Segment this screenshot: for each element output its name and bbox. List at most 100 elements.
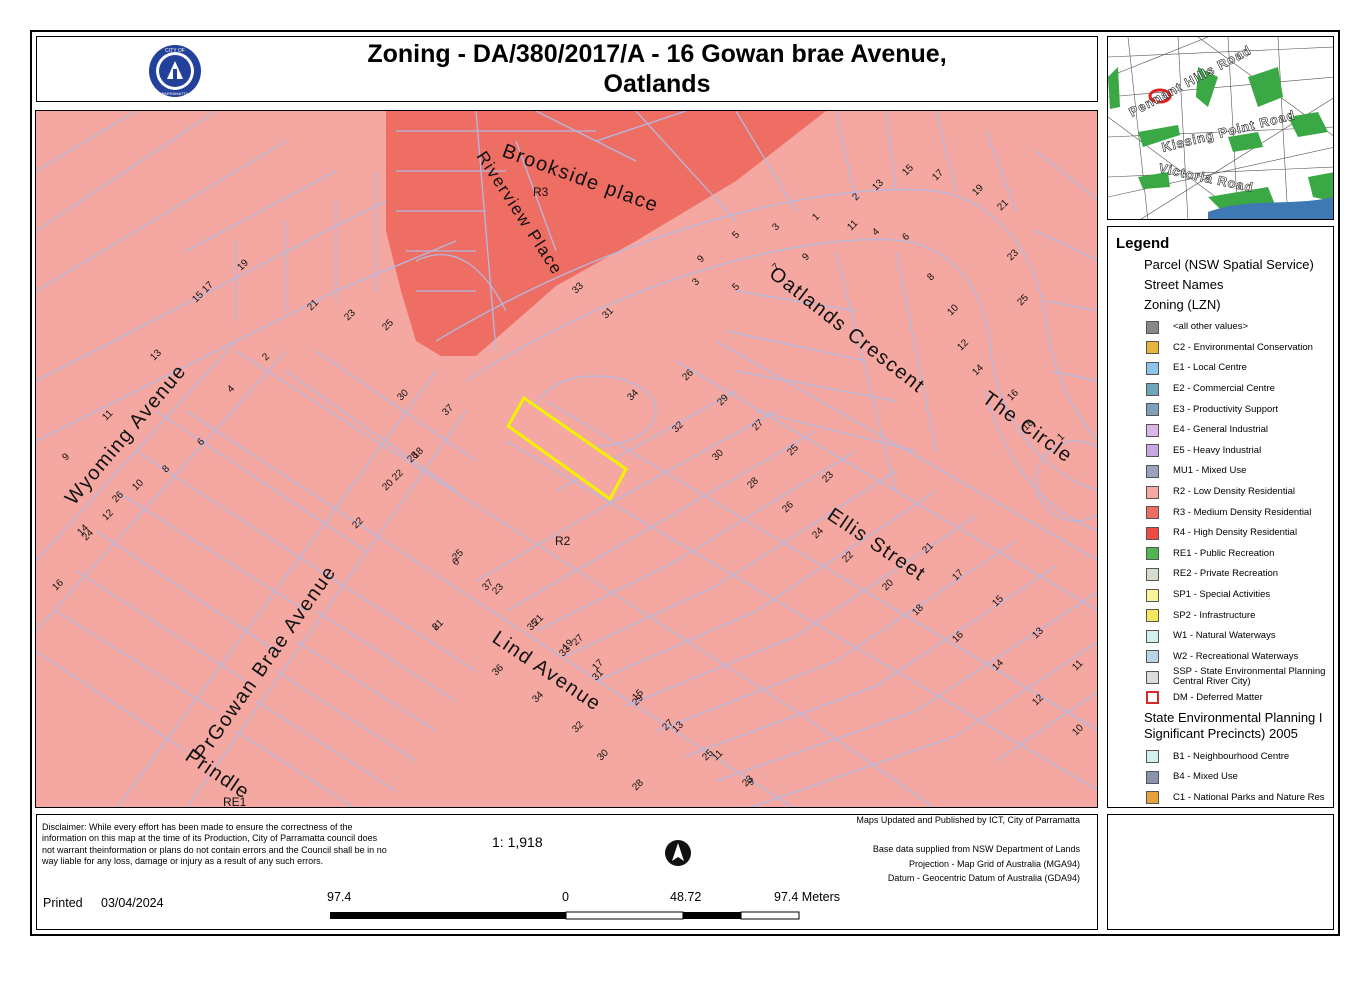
legend-sepp-heading: State Environmental Planning I Significa… [1144, 710, 1323, 742]
north-arrow-icon [665, 840, 691, 866]
legend-item-label: <all other values> [1173, 321, 1248, 333]
legend-item-label: E1 - Local Centre [1173, 362, 1247, 374]
zone-label-re1: RE1 [223, 795, 247, 808]
legend-item: SP1 - Special Activities [1116, 585, 1333, 606]
legend-item-label: C2 - Environmental Conservation [1173, 341, 1313, 353]
legend-item: R4 - High Density Residential [1116, 523, 1333, 544]
map-canvas[interactable]: Wyoming Avenue PrGowan Brae Avenue Prind… [36, 111, 1098, 808]
legend-item: R2 - Low Density Residential [1116, 482, 1333, 503]
legend-swatch [1146, 629, 1159, 643]
legend-item: <all other values> [1116, 317, 1333, 338]
legend-swatch [1146, 526, 1159, 540]
blank-panel [1107, 814, 1334, 930]
legend-swatch [1146, 670, 1159, 684]
scale-label-left: 97.4 [327, 890, 352, 904]
logo-top-text: CITY OF [165, 48, 185, 54]
printed-date: 03/04/2024 [101, 896, 164, 910]
legend-item-label: R3 - Medium Density Residential [1173, 506, 1312, 518]
legend-item: SP2 - Infrastructure [1116, 605, 1333, 626]
legend-swatch [1146, 691, 1159, 705]
scale-bar [330, 911, 800, 920]
legend-item: W2 - Recreational Waterways [1116, 647, 1333, 668]
legend-parcel-label: Parcel (NSW Spatial Service) [1144, 257, 1314, 272]
scale-label-mid: 48.72 [670, 890, 702, 904]
legend-item: E3 - Productivity Support [1116, 399, 1333, 420]
legend-swatch [1146, 485, 1159, 499]
legend-title: Legend [1116, 235, 1170, 252]
legend-item: B1 - Neighbourhood Centre [1116, 746, 1333, 767]
legend-item-label: MU1 - Mixed Use [1173, 465, 1247, 477]
legend-item: RE1 - Public Recreation [1116, 544, 1333, 565]
zone-label-r2: R2 [555, 534, 571, 548]
legend-item: R3 - Medium Density Residential [1116, 502, 1333, 523]
legend-swatch [1146, 382, 1159, 396]
legend-item: E1 - Local Centre [1116, 358, 1333, 379]
footer-panel: Disclaimer: While every effort has been … [36, 814, 1098, 930]
credits-block: Maps Updated and Published by ICT, City … [856, 815, 1080, 888]
legend-item-label: E5 - Heavy Industrial [1173, 444, 1262, 456]
legend-item: C1 - National Parks and Nature Res [1116, 787, 1333, 807]
map-title-line2: Oatlands [603, 70, 711, 98]
legend-item-label: R4 - High Density Residential [1173, 527, 1298, 539]
legend-item: B4 - Mixed Use [1116, 767, 1333, 788]
legend-item-label: E3 - Productivity Support [1173, 403, 1279, 415]
legend-swatch [1146, 464, 1159, 478]
legend-swatch [1146, 361, 1159, 375]
legend-item: E5 - Heavy Industrial [1116, 441, 1333, 462]
legend-swatch [1146, 444, 1159, 458]
locator-map[interactable]: Pennant Hills Road Kissing Point Road Vi… [1107, 36, 1334, 220]
legend-swatch [1146, 609, 1159, 623]
legend-item-label: DM - Deferred Matter [1173, 691, 1263, 703]
legend-item-label: RE1 - Public Recreation [1173, 547, 1275, 559]
printed-label: Printed [43, 896, 83, 910]
legend-item-label: RE2 - Private Recreation [1173, 568, 1279, 580]
legend-item-label: E4 - General Industrial [1173, 424, 1269, 436]
title-panel: CITY OF PARRAMATTA Zoning - DA/380/2017/… [36, 36, 1098, 102]
legend-swatch [1146, 770, 1159, 784]
main-map[interactable]: Wyoming Avenue PrGowan Brae Avenue Prind… [35, 110, 1098, 808]
legend-item: SSP - State Environmental Planning Centr… [1116, 667, 1333, 688]
map-title: Zoning - DA/380/2017/A - 16 Gowan brae A… [237, 39, 1077, 99]
zone-label-r3: R3 [533, 185, 549, 199]
legend-zoning-heading: Zoning (LZN) [1144, 297, 1221, 312]
legend-item: E4 - General Industrial [1116, 420, 1333, 441]
credit-line: Base data supplied from NSW Department o… [872, 844, 1080, 854]
legend-zoning-list: <all other values> C2 - Environmental Con… [1116, 317, 1333, 708]
credit-line [856, 830, 1080, 845]
legend-swatch [1146, 650, 1159, 664]
scale-label-zero: 0 [562, 890, 569, 904]
legend-street-names-label: Street Names [1144, 277, 1224, 292]
locator-map-canvas: Pennant Hills Road Kissing Point Road Vi… [1108, 37, 1333, 219]
legend-item-label: SSP - State Environmental Planning Centr… [1173, 666, 1326, 688]
legend-swatch [1146, 791, 1159, 805]
legend-item-label: E2 - Commercial Centre [1173, 383, 1275, 395]
legend-item: DM - Deferred Matter [1116, 688, 1333, 709]
legend-swatch [1146, 403, 1159, 417]
legend-item-label: SP2 - Infrastructure [1173, 609, 1256, 621]
legend-swatch [1146, 547, 1159, 561]
credit-line: Maps Updated and Published by ICT, City … [856, 815, 1080, 825]
legend-item-label: B4 - Mixed Use [1173, 771, 1238, 783]
legend-swatch [1146, 506, 1159, 520]
legend-swatch [1146, 320, 1159, 334]
logo-bottom-text: PARRAMATTA [162, 91, 189, 96]
scale-ratio: 1: 1,918 [492, 834, 543, 850]
legend-item: C2 - Environmental Conservation [1116, 338, 1333, 359]
legend-swatch [1146, 567, 1159, 581]
legend-item-label: C1 - National Parks and Nature Res [1173, 791, 1325, 803]
legend-item-label: W1 - Natural Waterways [1173, 630, 1276, 642]
legend-item: E2 - Commercial Centre [1116, 379, 1333, 400]
legend-panel: Legend Parcel (NSW Spatial Service) Stre… [1107, 226, 1334, 808]
legend-swatch [1146, 341, 1159, 355]
legend-item-label: SP1 - Special Activities [1173, 589, 1271, 601]
legend-swatch [1146, 423, 1159, 437]
legend-item-label: R2 - Low Density Residential [1173, 486, 1295, 498]
legend-item: MU1 - Mixed Use [1116, 461, 1333, 482]
map-title-line1: Zoning - DA/380/2017/A - 16 Gowan brae A… [367, 40, 947, 68]
legend-item-label: W2 - Recreational Waterways [1173, 650, 1299, 662]
legend-item: W1 - Natural Waterways [1116, 626, 1333, 647]
scale-label-right: 97.4 Meters [774, 890, 841, 904]
disclaimer-text: Disclaimer: While every effort has been … [42, 822, 387, 867]
legend-swatch [1146, 750, 1159, 764]
legend-item: RE2 - Private Recreation [1116, 564, 1333, 585]
